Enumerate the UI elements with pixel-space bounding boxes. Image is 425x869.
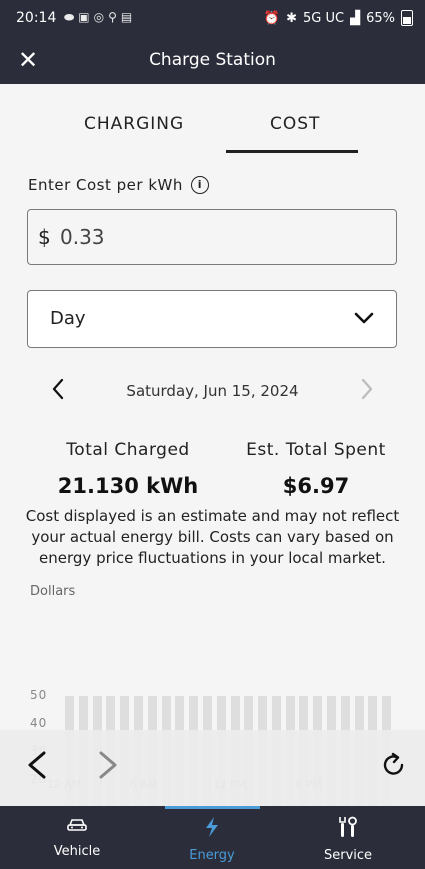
- back-arrow-icon[interactable]: [24, 750, 50, 784]
- y-tick-label: 50: [30, 688, 48, 702]
- nav-item-service[interactable]: Service: [298, 816, 398, 863]
- total-charged-label: Total Charged: [66, 440, 190, 460]
- est-spent-label: Est. Total Spent: [246, 440, 386, 460]
- total-charged-value: 21.130 kWh: [57, 474, 199, 498]
- nav-label-vehicle: Vehicle: [53, 844, 101, 859]
- nav-label-energy: Energy: [189, 848, 235, 863]
- cost-field[interactable]: $: [27, 209, 397, 265]
- period-dropdown[interactable]: Day: [27, 290, 397, 348]
- est-spent-value: $6.97: [282, 474, 350, 498]
- page-title: Charge Station: [149, 50, 276, 70]
- disclaimer-text: Cost displayed is an estimate and may no…: [25, 507, 400, 567]
- nav-label-service: Service: [323, 848, 373, 863]
- network-label: 5G UC: [303, 10, 345, 26]
- system-icons: ⏰ ✱ 5G UC ▟ 65%: [264, 10, 413, 26]
- y-tick-label: 40: [30, 716, 48, 730]
- bottom-navigation: Vehicle Energy Service: [0, 806, 425, 869]
- cost-label-row: Enter Cost per kWh i: [28, 176, 209, 194]
- period-selected: Day: [50, 308, 86, 329]
- instagram-icon: ◎: [93, 10, 109, 24]
- active-nav-indicator: [165, 806, 260, 809]
- forward-arrow-icon[interactable]: [95, 750, 121, 784]
- tab-cost[interactable]: COST: [270, 114, 320, 134]
- lightning-icon: [204, 817, 220, 842]
- nav-item-vehicle[interactable]: Vehicle: [27, 816, 127, 859]
- info-icon[interactable]: i: [190, 176, 209, 194]
- ford-icon: ⬬: [64, 10, 79, 24]
- nfc-icon: ▤: [120, 10, 137, 24]
- alarm-icon: ⏰: [263, 10, 281, 26]
- cost-input[interactable]: [58, 222, 362, 252]
- battery-icon: [401, 10, 413, 26]
- app-header: ✕ Charge Station: [0, 38, 425, 84]
- signal-icon: ▟: [350, 10, 361, 26]
- browser-nav-bar: [0, 730, 425, 806]
- nav-item-energy[interactable]: Energy: [162, 816, 262, 863]
- date-navigator: Saturday, Jun 15, 2024: [0, 375, 425, 409]
- chevron-right-icon[interactable]: [359, 377, 375, 405]
- gallery-icon: ▣: [78, 10, 94, 24]
- chart-y-label: Dollars: [30, 584, 76, 599]
- key-icon: ⚲: [108, 10, 121, 24]
- tools-icon: [338, 816, 358, 842]
- currency-symbol: $: [38, 225, 51, 249]
- notification-icons: ⬬▣◎⚲▤: [64, 10, 136, 25]
- status-bar: 20:14 ⬬▣◎⚲▤ ⏰ ✱ 5G UC ▟ 65%: [0, 0, 425, 38]
- reload-icon[interactable]: [381, 750, 407, 784]
- bluetooth-icon: ✱: [286, 10, 298, 26]
- total-charged: Total Charged 21.130 kWh: [50, 440, 206, 498]
- active-tab-indicator: [226, 150, 358, 153]
- status-time: 20:14: [16, 10, 57, 26]
- cost-label: Enter Cost per kWh: [28, 176, 183, 194]
- tab-bar: CHARGING COST: [0, 84, 425, 156]
- chevron-down-icon: [354, 308, 374, 332]
- est-total-spent: Est. Total Spent $6.97: [236, 440, 396, 498]
- battery-percent: 65%: [366, 10, 395, 26]
- car-icon: [66, 819, 88, 838]
- tab-charging[interactable]: CHARGING: [84, 114, 184, 134]
